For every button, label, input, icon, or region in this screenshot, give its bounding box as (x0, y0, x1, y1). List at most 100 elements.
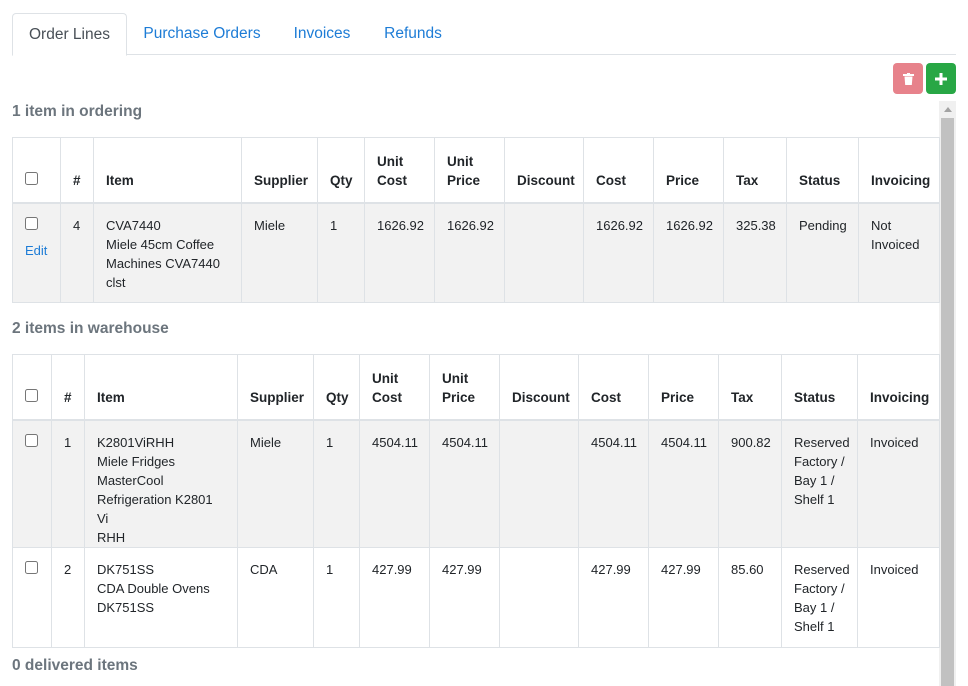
item-line: Refrigeration K2801 Vi (97, 491, 213, 526)
item-line: K2801ViRHH (97, 434, 175, 450)
discount-cell (499, 419, 579, 548)
tab-invoices[interactable]: Invoices (279, 13, 365, 55)
table-row: 2 DK751SS CDA Double Ovens DK751SS CDA 1… (12, 546, 940, 648)
table-row: Edit 4 CVA7440 Miele 45cm Coffee Machine… (12, 202, 940, 303)
table-row: 1 K2801ViRHH Miele Fridges MasterCool Re… (12, 419, 940, 548)
header-line: Price (447, 172, 481, 188)
ordering-section-title: 1 item in ordering (12, 103, 143, 120)
qty-cell: 1 (313, 419, 360, 548)
scroll-thumb[interactable] (941, 118, 954, 686)
invoicing-cell: Invoiced (857, 546, 940, 648)
header-line: Unit (447, 153, 474, 169)
invoicing-line: Not (871, 217, 892, 233)
row-checkbox[interactable] (25, 216, 38, 230)
header-line: Unit (442, 370, 469, 386)
header-line: Unit (372, 370, 399, 386)
tab-order-lines[interactable]: Order Lines (12, 13, 127, 56)
column-header-tax: Tax (718, 354, 782, 421)
cost-cell: 1626.92 (583, 202, 654, 303)
tab-purchase-orders[interactable]: Purchase Orders (130, 13, 274, 55)
header-line: Price (442, 389, 476, 405)
edit-link[interactable]: Edit (25, 241, 60, 260)
column-header-unit-price: Unit Price (434, 137, 505, 204)
item-cell: CVA7440 Miele 45cm Coffee Machines CVA74… (93, 202, 242, 303)
tax-cell: 900.82 (718, 419, 782, 548)
column-header-qty: Qty (317, 137, 365, 204)
unit-price-cell: 1626.92 (434, 202, 505, 303)
discount-cell (499, 546, 579, 648)
qty-cell: 1 (317, 202, 365, 303)
invoicing-line: Invoiced (870, 561, 919, 577)
column-header-invoicing: Invoicing (858, 137, 940, 204)
select-all-cell (12, 137, 61, 204)
item-line: CVA7440 (106, 217, 161, 233)
scroll-up-arrow-icon[interactable] (939, 101, 956, 118)
tax-cell: 325.38 (723, 202, 787, 303)
column-header-unit-cost: Unit Cost (359, 354, 430, 421)
cost-cell: 4504.11 (578, 419, 649, 548)
item-line: DK751SS (97, 561, 155, 577)
supplier-cell: Miele (241, 202, 318, 303)
vertical-scrollbar[interactable] (939, 101, 956, 686)
unit-cost-cell: 427.99 (359, 546, 430, 648)
invoicing-line: Invoiced (871, 236, 920, 252)
column-header-number: # (51, 354, 85, 421)
unit-price-cell: 4504.11 (429, 419, 500, 548)
column-header-discount: Discount (499, 354, 579, 421)
column-header-supplier: Supplier (237, 354, 314, 421)
item-line: Miele 45cm Coffee (106, 236, 215, 252)
column-header-cost: Cost (578, 354, 649, 421)
header-line: Unit (377, 153, 404, 169)
item-line: MasterCool (97, 472, 164, 488)
select-all-checkbox[interactable] (25, 388, 38, 402)
select-all-checkbox[interactable] (25, 171, 38, 185)
row-number: 4 (60, 202, 94, 303)
tax-cell: 85.60 (718, 546, 782, 648)
row-checkbox[interactable] (25, 560, 38, 574)
unit-price-cell: 427.99 (429, 546, 500, 648)
status-line: Reserved (794, 434, 850, 450)
item-line: clst (106, 274, 126, 290)
row-select-cell: Edit (12, 202, 61, 303)
row-number: 1 (51, 419, 85, 548)
status-line: Factory / (794, 580, 845, 596)
item-cell: K2801ViRHH Miele Fridges MasterCool Refr… (84, 419, 238, 548)
status-cell: Reserved Factory / Bay 1 / Shelf 1 (781, 419, 858, 548)
tab-refunds[interactable]: Refunds (370, 13, 456, 55)
select-all-cell (12, 354, 52, 421)
delivered-section-title: 0 delivered items (12, 657, 138, 674)
status-line: Bay 1 / (794, 472, 835, 488)
column-header-discount: Discount (504, 137, 584, 204)
column-header-number: # (60, 137, 94, 204)
item-line: CDA Double Ovens (97, 580, 210, 596)
column-header-tax: Tax (723, 137, 787, 204)
tab-bar: Order Lines Purchase Orders Invoices Ref… (12, 13, 956, 56)
row-checkbox[interactable] (25, 433, 38, 447)
discount-cell (504, 202, 584, 303)
column-header-unit-cost: Unit Cost (364, 137, 435, 204)
column-header-status: Status (781, 354, 858, 421)
status-line: Bay 1 / (794, 599, 835, 615)
item-line: RHH (97, 529, 126, 545)
ordering-table: # Item Supplier Qty Unit Cost Unit Price D… (12, 137, 940, 303)
status-line: Reserved (794, 561, 850, 577)
column-header-unit-price: Unit Price (429, 354, 500, 421)
plus-icon (935, 72, 947, 85)
column-header-item: Item (84, 354, 238, 421)
price-cell: 4504.11 (648, 419, 719, 548)
row-number: 2 (51, 546, 85, 648)
trash-icon (902, 72, 914, 85)
column-header-price: Price (653, 137, 724, 204)
status-cell: Pending (786, 202, 859, 303)
status-line: Shelf 1 (794, 491, 835, 507)
unit-cost-cell: 4504.11 (359, 419, 430, 548)
invoicing-line: Invoiced (870, 434, 919, 450)
add-button[interactable] (926, 63, 956, 94)
column-header-status: Status (786, 137, 859, 204)
supplier-cell: CDA (237, 546, 314, 648)
column-header-invoicing: Invoicing (857, 354, 940, 421)
invoicing-cell: Not Invoiced (858, 202, 940, 303)
warehouse-section-title: 2 items in warehouse (12, 320, 169, 337)
invoicing-cell: Invoiced (857, 419, 940, 548)
delete-button[interactable] (893, 63, 923, 94)
